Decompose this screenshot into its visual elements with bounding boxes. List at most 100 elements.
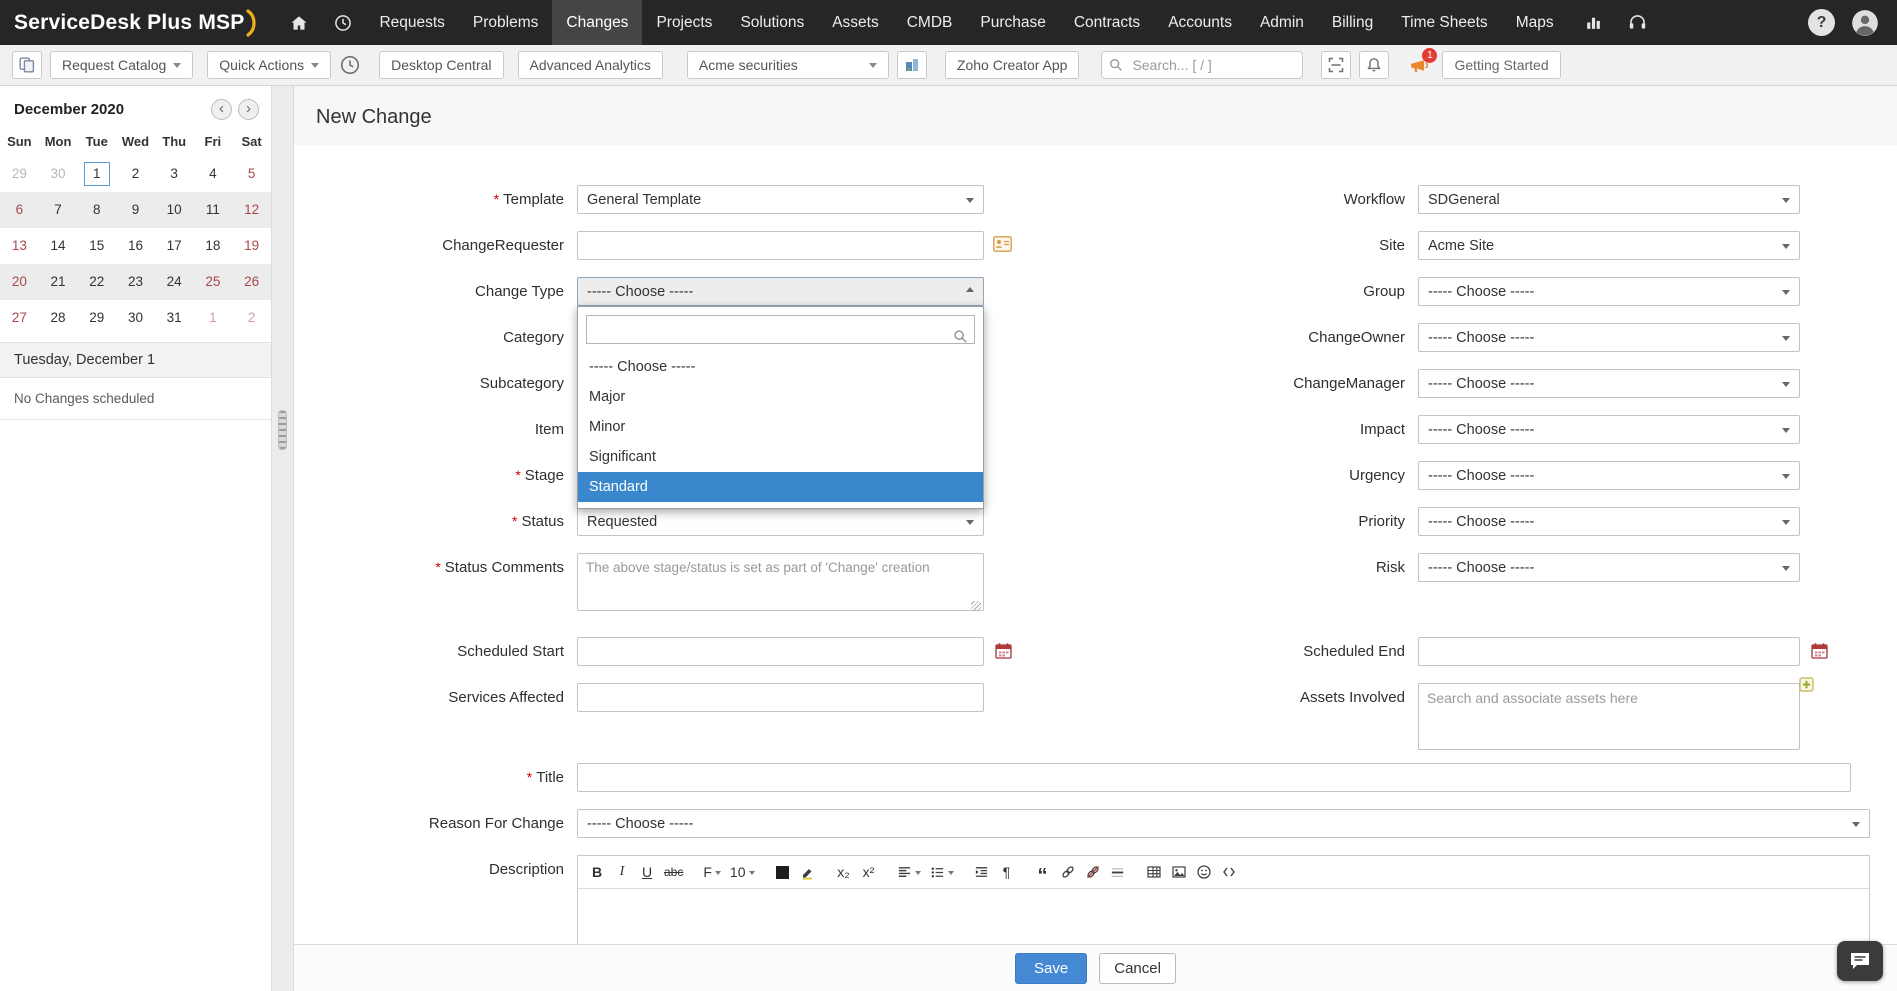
calendar-day[interactable]: 31 bbox=[155, 300, 194, 336]
request-catalog-button[interactable]: Request Catalog bbox=[50, 51, 193, 79]
calendar-day[interactable]: 25 bbox=[194, 264, 233, 300]
site-select[interactable]: Acme Site bbox=[1418, 231, 1800, 260]
calendar-day[interactable]: 24 bbox=[155, 264, 194, 300]
impact-select[interactable]: ----- Choose ----- bbox=[1418, 415, 1800, 444]
highlight-button[interactable] bbox=[797, 860, 819, 884]
nav-item-maps[interactable]: Maps bbox=[1502, 0, 1568, 45]
underline-button[interactable]: U bbox=[636, 860, 658, 884]
scheduled-start-input[interactable] bbox=[577, 637, 984, 666]
calendar-prev-button[interactable]: ‹ bbox=[211, 99, 232, 120]
template-select[interactable]: General Template bbox=[577, 185, 984, 214]
insert-emoji-button[interactable] bbox=[1193, 860, 1215, 884]
font-family-button[interactable]: F bbox=[700, 860, 724, 884]
calendar-day[interactable]: 4 bbox=[194, 156, 233, 192]
urgency-select[interactable]: ----- Choose ----- bbox=[1418, 461, 1800, 490]
calendar-day[interactable]: 22 bbox=[77, 264, 116, 300]
indent-button[interactable] bbox=[971, 860, 993, 884]
scan-button[interactable] bbox=[1321, 51, 1351, 79]
quick-actions-button[interactable]: Quick Actions bbox=[207, 51, 331, 79]
nav-item-accounts[interactable]: Accounts bbox=[1154, 0, 1246, 45]
horizontal-rule-button[interactable] bbox=[1107, 860, 1129, 884]
dropdown-option-minor[interactable]: Minor bbox=[578, 412, 983, 442]
scheduler-clock-icon[interactable] bbox=[339, 54, 361, 76]
chat-button[interactable] bbox=[1837, 941, 1883, 981]
calendar-day[interactable]: 26 bbox=[232, 264, 271, 300]
scheduled-end-input[interactable] bbox=[1418, 637, 1800, 666]
calendar-day[interactable]: 17 bbox=[155, 228, 194, 264]
change-requester-input[interactable] bbox=[577, 231, 984, 260]
nav-item-changes[interactable]: Changes bbox=[552, 0, 642, 45]
calendar-day[interactable]: 16 bbox=[116, 228, 155, 264]
nav-item-assets[interactable]: Assets bbox=[818, 0, 893, 45]
nav-item-requests[interactable]: Requests bbox=[365, 0, 458, 45]
notifications-button[interactable] bbox=[1359, 51, 1389, 79]
nav-item-time-sheets[interactable]: Time Sheets bbox=[1387, 0, 1501, 45]
nav-item-contracts[interactable]: Contracts bbox=[1060, 0, 1154, 45]
change-type-select[interactable]: ----- Choose ----- bbox=[577, 277, 984, 306]
nav-item-projects[interactable]: Projects bbox=[642, 0, 726, 45]
align-button[interactable] bbox=[894, 860, 924, 884]
workflow-select[interactable]: SDGeneral bbox=[1418, 185, 1800, 214]
desktop-central-button[interactable]: Desktop Central bbox=[379, 51, 503, 79]
template-catalog-icon-button[interactable] bbox=[12, 51, 42, 79]
nav-item-problems[interactable]: Problems bbox=[459, 0, 552, 45]
calendar-next-button[interactable]: › bbox=[238, 99, 259, 120]
insert-link-button[interactable] bbox=[1057, 860, 1079, 884]
calendar-day[interactable]: 29 bbox=[77, 300, 116, 336]
nav-item-purchase[interactable]: Purchase bbox=[966, 0, 1059, 45]
services-affected-input[interactable] bbox=[577, 683, 984, 712]
calendar-day[interactable]: 1 bbox=[194, 300, 233, 336]
dropdown-search-input[interactable] bbox=[586, 315, 975, 344]
calendar-day[interactable]: 1 bbox=[77, 156, 116, 192]
group-select[interactable]: ----- Choose ----- bbox=[1418, 277, 1800, 306]
calendar-day[interactable]: 30 bbox=[116, 300, 155, 336]
nav-item-solutions[interactable]: Solutions bbox=[726, 0, 818, 45]
subscript-button[interactable]: x₂ bbox=[833, 860, 855, 884]
calendar-day[interactable]: 19 bbox=[232, 228, 271, 264]
calendar-day[interactable]: 15 bbox=[77, 228, 116, 264]
zoho-creator-button[interactable]: Zoho Creator App bbox=[945, 51, 1080, 79]
calendar-day[interactable]: 9 bbox=[116, 192, 155, 228]
support-headset-icon[interactable] bbox=[1615, 0, 1660, 45]
recent-items-icon[interactable] bbox=[321, 0, 365, 45]
account-selector[interactable]: Acme securities bbox=[687, 51, 889, 79]
user-profile-icon[interactable] bbox=[1851, 9, 1879, 37]
status-comments-textarea[interactable]: The above stage/status is set as part of… bbox=[577, 553, 984, 611]
calendar-day[interactable]: 13 bbox=[0, 228, 39, 264]
getting-started-button[interactable]: Getting Started bbox=[1442, 51, 1560, 79]
search-input[interactable] bbox=[1101, 51, 1303, 79]
calendar-day[interactable]: 28 bbox=[39, 300, 78, 336]
calendar-day[interactable]: 18 bbox=[194, 228, 233, 264]
calendar-day[interactable]: 30 bbox=[39, 156, 78, 192]
insert-image-button[interactable] bbox=[1168, 860, 1190, 884]
whats-new-button[interactable]: 1 bbox=[1409, 56, 1428, 75]
app-logo[interactable]: ServiceDesk PlusMSP bbox=[0, 0, 277, 45]
calendar-picker-icon[interactable] bbox=[995, 642, 1012, 664]
calendar-day[interactable]: 2 bbox=[232, 300, 271, 336]
home-icon[interactable] bbox=[277, 0, 321, 45]
unlink-button[interactable] bbox=[1082, 860, 1104, 884]
bold-button[interactable]: B bbox=[586, 860, 608, 884]
calendar-day[interactable]: 23 bbox=[116, 264, 155, 300]
dropdown-option-major[interactable]: Major bbox=[578, 382, 983, 412]
help-icon[interactable]: ? bbox=[1808, 9, 1835, 36]
superscript-button[interactable]: x² bbox=[858, 860, 880, 884]
reports-chart-icon[interactable] bbox=[1572, 0, 1615, 45]
calendar-day[interactable]: 8 bbox=[77, 192, 116, 228]
calendar-day[interactable]: 12 bbox=[232, 192, 271, 228]
nav-item-admin[interactable]: Admin bbox=[1246, 0, 1318, 45]
nav-item-billing[interactable]: Billing bbox=[1318, 0, 1387, 45]
paragraph-button[interactable]: ¶ bbox=[996, 860, 1018, 884]
calendar-day[interactable]: 27 bbox=[0, 300, 39, 336]
cancel-button[interactable]: Cancel bbox=[1099, 953, 1176, 984]
font-size-button[interactable]: 10 bbox=[727, 860, 758, 884]
calendar-day[interactable]: 14 bbox=[39, 228, 78, 264]
dropdown-option-significant[interactable]: Significant bbox=[578, 442, 983, 472]
source-code-button[interactable] bbox=[1218, 860, 1240, 884]
change-owner-select[interactable]: ----- Choose ----- bbox=[1418, 323, 1800, 352]
title-input[interactable] bbox=[577, 763, 1851, 792]
blockquote-button[interactable]: “ bbox=[1032, 860, 1054, 884]
nav-item-cmdb[interactable]: CMDB bbox=[893, 0, 967, 45]
text-color-button[interactable] bbox=[772, 860, 794, 884]
dropdown-option-choose[interactable]: ----- Choose ----- bbox=[578, 352, 983, 382]
